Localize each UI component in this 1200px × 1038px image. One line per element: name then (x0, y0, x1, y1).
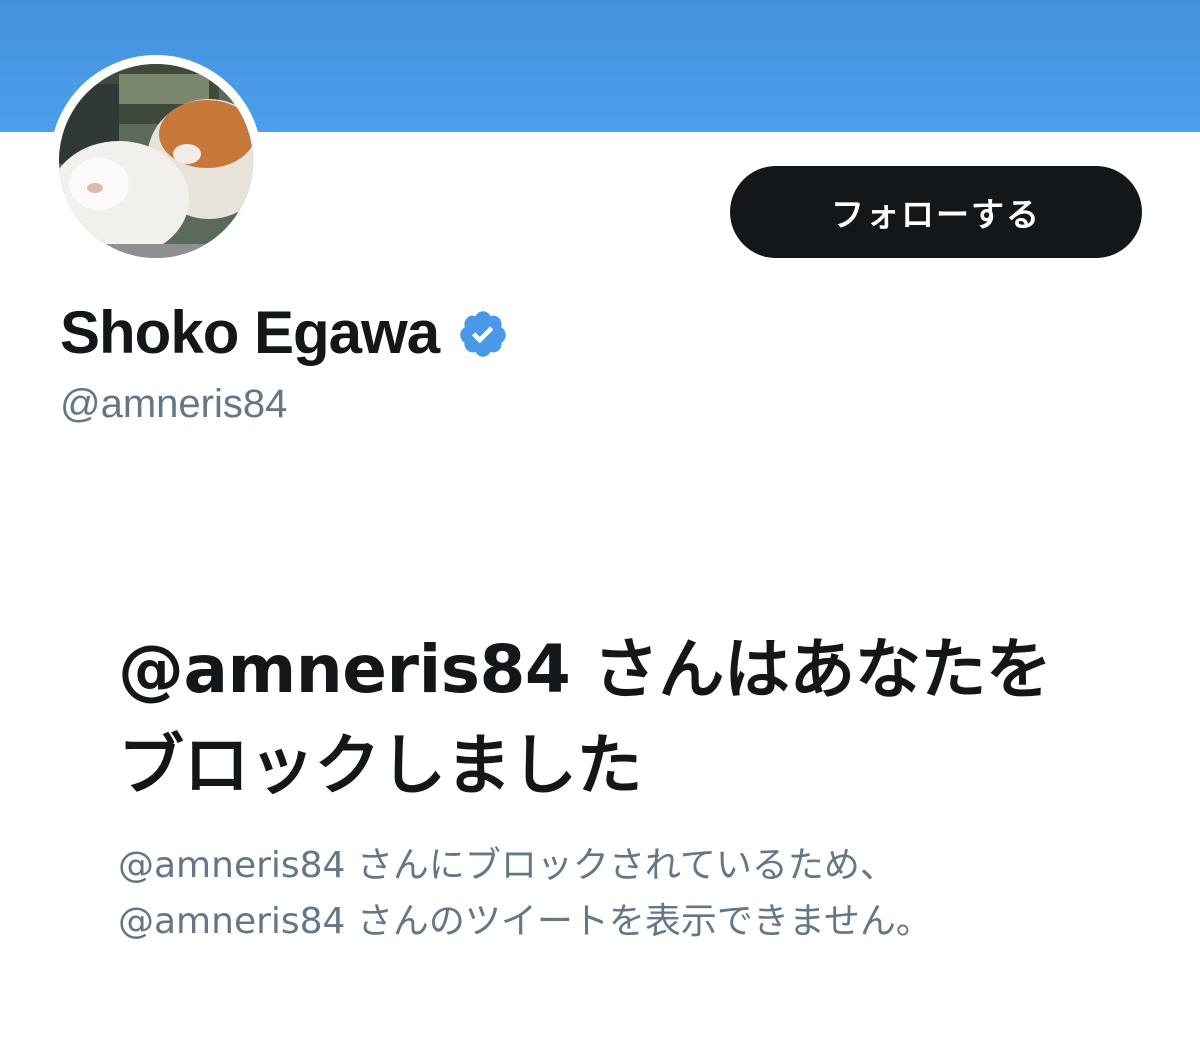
blocked-description-line-1: @amneris84 さんにブロックされているため、 (118, 845, 896, 886)
blocked-description: @amneris84 さんにブロックされているため、 @amneris84 さん… (118, 838, 1118, 950)
cats-avatar-icon (59, 64, 253, 258)
profile-name-row: Shoko Egawa (60, 296, 509, 368)
blocked-description-line-2: @amneris84 さんのツイートを表示できません。 (118, 901, 932, 942)
display-name: Shoko Egawa (60, 298, 440, 366)
verified-badge-icon (460, 311, 506, 357)
profile-avatar[interactable] (50, 55, 262, 267)
follow-button[interactable]: フォローする (730, 166, 1142, 258)
profile-handle: @amneris84 (60, 382, 288, 426)
blocked-title: @amneris84 さんはあなたをブロックしました (118, 631, 1052, 804)
